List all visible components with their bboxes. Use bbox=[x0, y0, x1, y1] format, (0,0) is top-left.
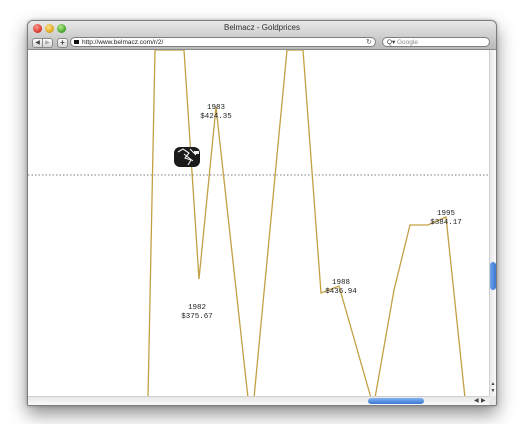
horizontal-scrollbar[interactable]: ◀ ▶ bbox=[28, 396, 489, 405]
label-price-1988: $436.94 bbox=[325, 288, 357, 296]
page-content: 1983 $424.35 1982 $375.67 1988 $436.94 1… bbox=[28, 50, 489, 396]
search-field[interactable]: Q▾ Google bbox=[382, 37, 490, 47]
scroll-up-arrow-icon[interactable]: ▲ bbox=[490, 381, 496, 387]
add-bookmark-button[interactable]: + bbox=[57, 38, 68, 48]
vertical-scrollbar[interactable]: ▲ ▼ bbox=[489, 50, 496, 396]
browser-toolbar: ◀ ▶ + http://www.belmacz.com/r/2/ ↻ Q▾ G… bbox=[28, 36, 496, 50]
search-icon[interactable]: Q▾ bbox=[387, 38, 395, 47]
label-year-1982: 1982 bbox=[187, 304, 206, 312]
forward-button[interactable]: ▶ bbox=[42, 38, 53, 48]
label-price-1983: $424.35 bbox=[200, 113, 232, 121]
point-label-1983: 1983 $424.35 bbox=[186, 104, 246, 122]
scrollbar-corner bbox=[489, 396, 496, 405]
page-logo-image bbox=[174, 147, 200, 167]
scroll-right-arrow-icon[interactable]: ▶ bbox=[481, 397, 486, 405]
label-price-1982: $375.67 bbox=[181, 313, 213, 321]
label-year-1983: 1983 bbox=[206, 104, 225, 112]
point-label-1982: 1982 $375.67 bbox=[167, 304, 227, 322]
horizontal-scroll-thumb[interactable] bbox=[368, 398, 424, 404]
label-year-1988: 1988 bbox=[331, 279, 350, 287]
point-label-1995: 1995 $384.17 bbox=[416, 210, 476, 228]
reload-icon[interactable]: ↻ bbox=[366, 38, 372, 47]
url-text[interactable]: http://www.belmacz.com/r/2/ bbox=[82, 38, 163, 47]
site-favicon-icon bbox=[74, 40, 79, 44]
window-title: Belmacz - Goldprices bbox=[223, 23, 301, 32]
scroll-left-arrow-icon[interactable]: ◀ bbox=[474, 397, 479, 405]
search-placeholder[interactable]: Google bbox=[397, 38, 418, 47]
label-price-1995: $384.17 bbox=[430, 219, 462, 227]
vertical-scroll-thumb[interactable] bbox=[490, 262, 496, 290]
scroll-down-arrow-icon[interactable]: ▼ bbox=[490, 388, 496, 394]
address-bar[interactable]: http://www.belmacz.com/r/2/ ↻ bbox=[70, 37, 376, 47]
browser-window: Belmacz - Goldprices ◀ ▶ + http://www.be… bbox=[27, 20, 497, 406]
title-bar: Belmacz - Goldprices bbox=[28, 21, 496, 36]
point-label-1988: 1988 $436.94 bbox=[311, 279, 371, 297]
label-year-1995: 1995 bbox=[436, 210, 455, 218]
